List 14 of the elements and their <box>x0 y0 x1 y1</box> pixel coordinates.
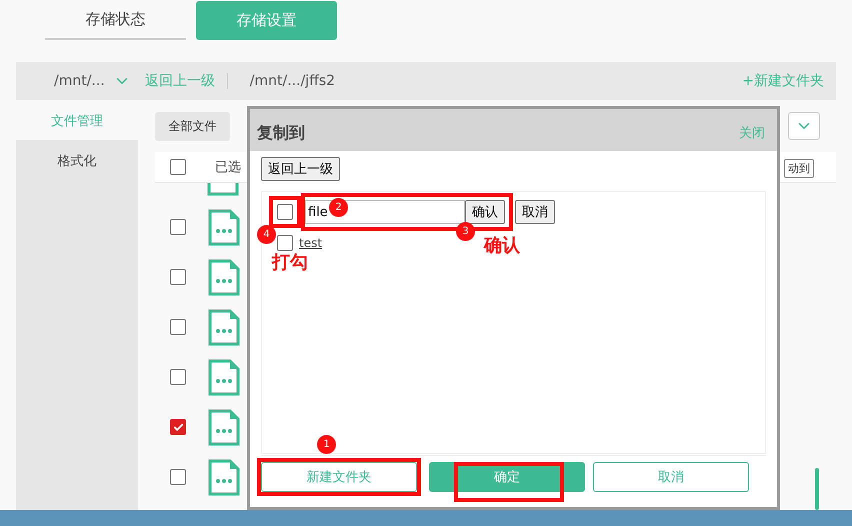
current-path: /mnt/.../jffs2 <box>250 73 336 89</box>
selected-label: 已选 <box>215 159 241 176</box>
annotation-label: 确认 <box>484 234 520 257</box>
path-dropdown[interactable]: /mnt/... <box>54 73 105 89</box>
confirm-button[interactable]: 确认 <box>465 200 505 224</box>
move-button[interactable]: 动到 <box>784 159 814 178</box>
sidebar-item[interactable]: 格式化 <box>16 140 138 510</box>
filter-button[interactable]: 全部文件 <box>155 112 230 140</box>
cancel-button[interactable]: 取消 <box>515 200 555 224</box>
dialog-title: 复制到 <box>257 122 305 144</box>
annotation-label: 打勾 <box>272 251 308 274</box>
tab[interactable]: 存储状态 <box>45 1 186 40</box>
folder-link[interactable]: test <box>299 236 322 250</box>
back-button[interactable]: 返回上一级 <box>261 157 340 181</box>
